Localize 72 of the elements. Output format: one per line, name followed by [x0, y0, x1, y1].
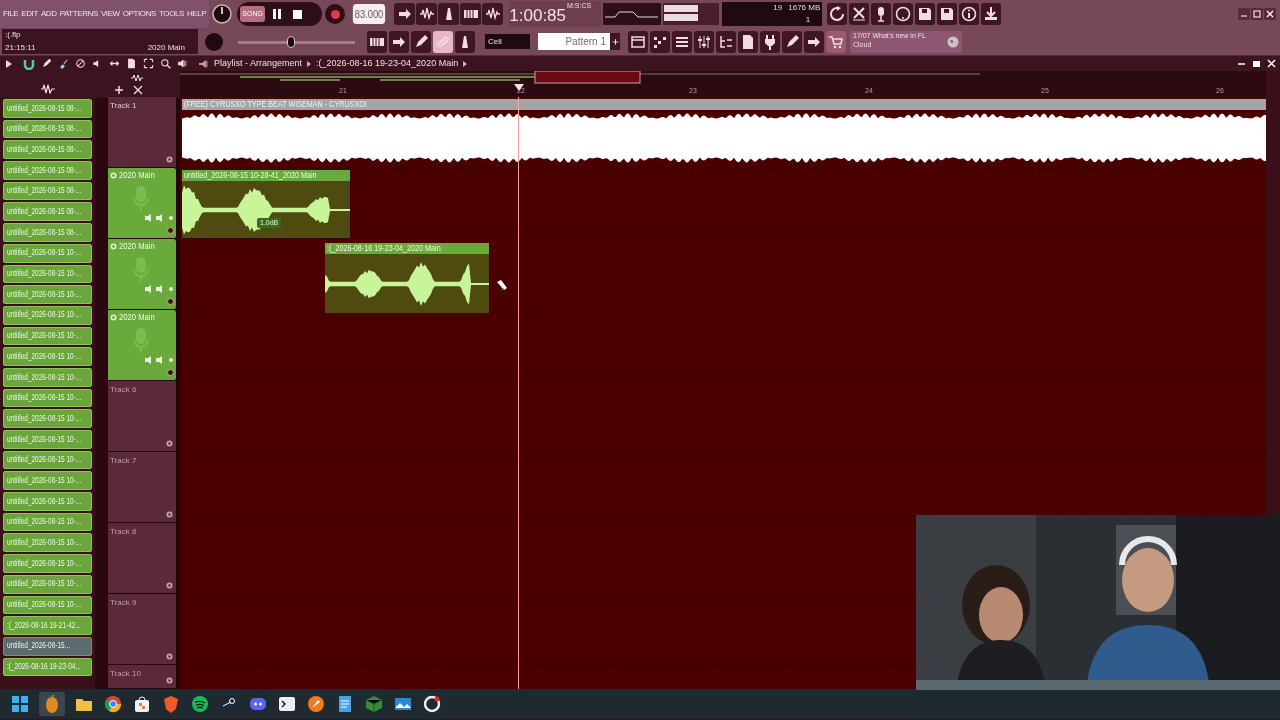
file-name: :(.flp: [5, 30, 22, 40]
playlist-title: Playlist - Arrangement: [214, 56, 303, 70]
browser-item[interactable]: untitled_2026-08-15 10-...: [3, 554, 92, 573]
browser-item[interactable]: untitled_2026-08-15 10-...: [3, 367, 92, 387]
track-name: Track 6: [110, 384, 137, 396]
browser-item[interactable]: untitled_2026-08-15 10-...: [3, 450, 92, 470]
pattern-name: Pattern 1: [565, 35, 606, 49]
menu-item[interactable]: VIEW: [100, 8, 120, 20]
browser-item[interactable]: untitled_2026-08-15 10-...: [3, 347, 92, 366]
browser-item[interactable]: untitled_2026-08-15 08-...: [3, 181, 92, 201]
browser-item[interactable]: untitled_2026-08-15 10-...: [3, 264, 92, 284]
audio-clip[interactable]: (FREE) CYRUSXO TYPE BEAT WISEMAN - CYRUSXO!: [182, 99, 1266, 165]
browser-item[interactable]: untitled_2026-08-15 10-...: [3, 305, 92, 325]
browser-item[interactable]: untitled_2026-08-15 10-...: [3, 326, 92, 346]
song-time: 1:00:85: [509, 5, 567, 27]
track-header[interactable]: Track 9: [108, 594, 176, 665]
browser-item[interactable]: untitled_2026-08-15 10-...: [3, 595, 92, 615]
track-header[interactable]: Track 6: [108, 381, 176, 452]
browser-item[interactable]: untitled_2026-08-15 10-...: [3, 409, 92, 428]
track-name: Track 1: [110, 100, 137, 112]
audio-clip[interactable]: :(_2026-08-16 19-23-04_2020 Main: [325, 243, 489, 313]
track-header[interactable]: Track 8: [108, 523, 176, 594]
snap-dropdown[interactable]: Cell: [485, 34, 530, 49]
menu-item[interactable]: FILE: [3, 8, 19, 20]
browser-item[interactable]: :(_2026-08-16 19-21-42...: [3, 616, 92, 635]
menu-item[interactable]: TOOLS: [159, 8, 184, 20]
menu-item[interactable]: PATTERNS: [59, 8, 98, 20]
track-name: Track 8: [110, 526, 137, 538]
browser-item[interactable]: untitled_2026-08-15 08-...: [3, 202, 92, 222]
track-name: Track 10: [110, 668, 141, 680]
cpu-reading: 19: [773, 2, 783, 14]
polyphony-reading: 1: [805, 14, 811, 26]
browser-item[interactable]: untitled_2026-08-15 10-...: [3, 388, 92, 408]
browser-item[interactable]: untitled_2026-08-15 08-...: [3, 161, 92, 180]
tempo-field[interactable]: 83.000: [353, 4, 386, 24]
browser-item[interactable]: untitled_2026-08-15 10-...: [3, 512, 92, 532]
browser-item[interactable]: :(_2026-08-16 19-23-04...: [3, 657, 92, 677]
browser-item[interactable]: untitled_2026-08-15 08-...: [3, 140, 92, 160]
track-header[interactable]: 2020 Main: [108, 168, 176, 239]
menu-item[interactable]: HELP: [187, 8, 207, 20]
browser-item[interactable]: untitled_2026-08-15 10-...: [3, 471, 92, 491]
breadcrumb-pattern: :(_2026-08-16 19-23-04_2020 Main: [316, 56, 459, 70]
clip-title: :(_2026-08-16 19-23-04_2020 Main: [327, 243, 441, 254]
track-name: 2020 Main: [119, 169, 155, 182]
clip-title: (FREE) CYRUSXO TYPE BEAT WISEMAN - CYRUSXO!: [184, 99, 367, 110]
track-header[interactable]: Track 1: [108, 97, 176, 168]
browser-item[interactable]: untitled_2026-08-15 10-...: [3, 533, 92, 553]
browser-item[interactable]: untitled_2026-08-15...: [3, 636, 92, 656]
track-name: 2020 Main: [119, 311, 155, 324]
track-name: 2020 Main: [119, 240, 155, 253]
track-name: Track 7: [110, 455, 137, 467]
memory-reading: 1676 MB: [788, 2, 821, 14]
browser-item[interactable]: untitled_2026-08-15 10-...: [3, 430, 92, 449]
browser-item[interactable]: untitled_2026-08-15 08-...: [3, 119, 92, 139]
menu-item[interactable]: ADD: [40, 8, 57, 20]
pattern-selector[interactable]: Pattern 1: [538, 33, 610, 50]
channel-name: 2020 Main: [147, 43, 185, 53]
browser-item[interactable]: untitled_2026-08-15 10-...: [3, 492, 92, 511]
clock-time: 21:15:11: [5, 43, 36, 53]
clip-title: untitled_2026-08-15 10-28-41_2020 Main: [184, 170, 317, 181]
browser-item[interactable]: untitled_2026-08-15 10-...: [3, 243, 92, 263]
browser-item[interactable]: untitled_2026-08-15 08-...: [3, 223, 92, 242]
track-header[interactable]: Track 7: [108, 452, 176, 523]
track-header[interactable]: Track 10: [108, 665, 176, 689]
track-header[interactable]: 2020 Main: [108, 239, 176, 310]
track-header[interactable]: 2020 Main: [108, 310, 176, 381]
browser-item[interactable]: untitled_2026-08-15 10-...: [3, 574, 92, 594]
menu-item[interactable]: OPTIONS: [122, 8, 156, 20]
browser-item[interactable]: untitled_2026-08-15 08-...: [3, 99, 92, 118]
menu-item[interactable]: EDIT: [21, 8, 38, 20]
browser-item[interactable]: untitled_2026-08-15 10-...: [3, 285, 92, 304]
track-name: Track 9: [110, 597, 137, 609]
